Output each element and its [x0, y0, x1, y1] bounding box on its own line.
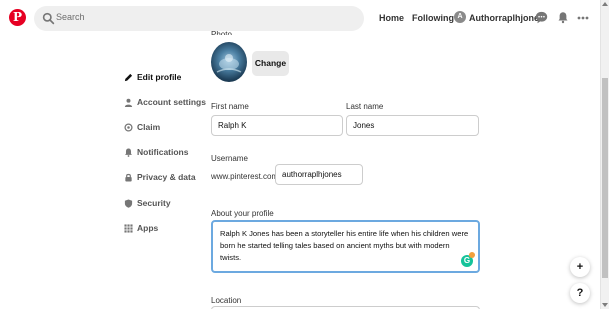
notifications-icon[interactable] [557, 11, 569, 24]
sidebar-item-account-settings[interactable]: Account settings [124, 95, 206, 109]
username-url-prefix: www.pinterest.com/ [211, 172, 281, 181]
shield-icon [124, 198, 133, 208]
sidebar-item-label: Notifications [137, 147, 189, 157]
scroll-thumb[interactable] [602, 78, 608, 278]
photo-label: Photo [211, 30, 232, 35]
more-icon[interactable] [577, 16, 589, 20]
sidebar-item-label: Edit profile [137, 72, 182, 82]
search-input[interactable]: Search [56, 12, 85, 22]
last-name-field[interactable]: Jones [346, 115, 479, 136]
sidebar-item-label: Account settings [137, 97, 206, 107]
sidebar-item-label: Privacy & data [137, 172, 196, 182]
sidebar-item-label: Security [137, 198, 171, 208]
nav-following-link[interactable]: Following [412, 13, 454, 23]
scroll-down-arrow-icon[interactable] [602, 303, 608, 307]
sidebar-item-notifications[interactable]: Notifications [124, 145, 188, 159]
sidebar-item-apps[interactable]: Apps [124, 221, 158, 235]
username-label: Username [211, 154, 248, 163]
profile-photo-image [216, 54, 242, 73]
avatar[interactable]: A [454, 11, 466, 23]
person-icon [124, 98, 133, 107]
messages-icon[interactable] [535, 11, 548, 24]
sidebar-item-claim[interactable]: Claim [124, 120, 160, 134]
first-name-field[interactable]: Ralph K [211, 115, 343, 136]
pinterest-logo[interactable]: P [9, 9, 26, 26]
location-label: Location [211, 296, 242, 305]
first-name-label: First name [211, 102, 249, 111]
profile-photo [211, 42, 247, 82]
add-button[interactable]: + [570, 257, 590, 277]
username-field[interactable]: authorraplhjones [275, 164, 363, 185]
help-button[interactable]: ? [570, 283, 590, 303]
sidebar-item-privacy-data[interactable]: Privacy & data [124, 170, 196, 184]
sidebar-item-edit-profile[interactable]: Edit profile [124, 70, 181, 84]
about-textarea[interactable]: Ralph K Jones has been a storyteller his… [211, 220, 480, 273]
pencil-icon [124, 73, 133, 81]
sidebar-item-label: Claim [137, 122, 161, 132]
grammarly-badge-icon [469, 252, 475, 258]
grid-icon [124, 223, 133, 233]
nav-home-link[interactable]: Home [379, 13, 404, 23]
sidebar-item-label: Apps [137, 223, 159, 233]
top-nav-bar: P Search Home Following A Authorraplhjon… [0, 0, 600, 38]
at-icon [124, 122, 133, 132]
search-icon [42, 12, 55, 25]
sidebar-item-security[interactable]: Security [124, 196, 171, 210]
nav-profile-link[interactable]: Authorraplhjones [469, 13, 544, 23]
bell-icon [125, 147, 132, 157]
scroll-up-arrow-icon[interactable] [602, 2, 608, 6]
change-photo-button[interactable]: Change [252, 51, 289, 76]
last-name-label: Last name [346, 102, 384, 111]
lock-icon [125, 173, 132, 182]
about-label: About your profile [211, 209, 274, 218]
search-bar[interactable]: Search [34, 6, 364, 31]
page-scrollbar[interactable] [600, 0, 609, 309]
